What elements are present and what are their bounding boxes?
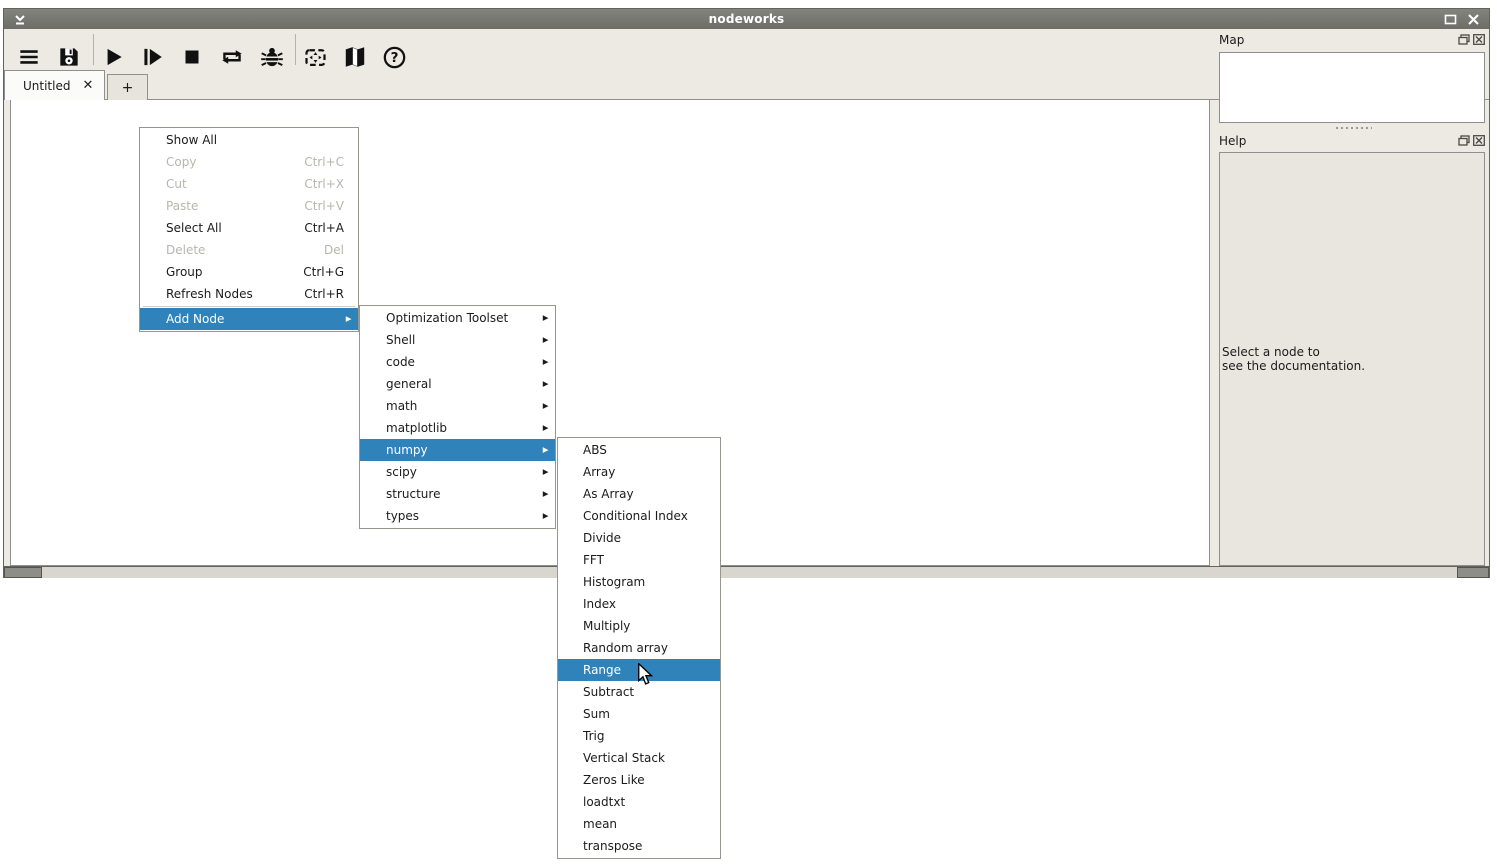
toolbar-separator	[295, 34, 296, 65]
menu-item[interactable]: ABS	[558, 439, 720, 461]
help-close-button[interactable]	[1472, 134, 1485, 146]
dock-splitter-handle[interactable]	[1336, 126, 1372, 129]
loop-button[interactable]	[215, 40, 249, 74]
submenu-arrow-icon: ▶	[346, 315, 352, 322]
stop-button[interactable]	[175, 40, 209, 74]
help-icon: ?	[381, 44, 408, 71]
menu-item[interactable]: mean	[558, 813, 720, 835]
menu-button[interactable]	[12, 40, 46, 74]
submenu-arrow-icon: ▶	[543, 358, 549, 365]
menu-item[interactable]: Copy Ctrl+C ▶	[140, 151, 358, 173]
submenu-arrow-icon: ▶	[543, 314, 549, 321]
save-icon	[56, 44, 82, 70]
menu-item[interactable]: Vertical Stack	[558, 747, 720, 769]
menu-separator	[143, 306, 355, 307]
menu-item[interactable]: Range	[558, 659, 720, 681]
menu-item[interactable]: Histogram	[558, 571, 720, 593]
horizontal-scrollbar[interactable]	[4, 566, 1489, 578]
step-icon	[139, 44, 165, 70]
menu-item[interactable]: loadtxt	[558, 791, 720, 813]
new-tab-button[interactable]: +	[107, 74, 148, 100]
menu-item[interactable]: Paste Ctrl+V ▶	[140, 195, 358, 217]
stop-icon	[179, 44, 205, 70]
submenu-arrow-icon: ▶	[543, 468, 549, 475]
menu-item[interactable]: FFT	[558, 549, 720, 571]
menu-item[interactable]: types ▶	[360, 505, 555, 527]
help-float-button[interactable]	[1457, 134, 1470, 146]
desktop: nodeworks	[0, 0, 1497, 864]
menu-item[interactable]: Conditional Index	[558, 505, 720, 527]
context-menu: Show All ▶ Copy Ctrl+C ▶ Cut Ctrl+X ▶ Pa…	[139, 127, 359, 332]
scrollbar-thumb-right[interactable]	[1457, 567, 1489, 578]
menu-item[interactable]: Trig	[558, 725, 720, 747]
menu-item[interactable]: Refresh Nodes Ctrl+R ▶	[140, 283, 358, 305]
menu-item[interactable]: Sum	[558, 703, 720, 725]
menu-item[interactable]: Optimization Toolset ▶	[360, 307, 555, 329]
menu-item[interactable]: general ▶	[360, 373, 555, 395]
svg-text:?: ?	[390, 50, 398, 66]
scrollbar-thumb-left[interactable]	[4, 567, 42, 578]
save-button[interactable]	[52, 40, 86, 74]
menu-item[interactable]: scipy ▶	[360, 461, 555, 483]
menu-item[interactable]: structure ▶	[360, 483, 555, 505]
window-title: nodeworks	[4, 12, 1489, 26]
map-icon	[342, 44, 368, 70]
menu-item[interactable]: Delete Del ▶	[140, 239, 358, 261]
numpy-submenu: ABS Array As Array Conditional Index Div…	[557, 437, 721, 859]
menu-icon	[16, 44, 42, 70]
submenu-arrow-icon: ▶	[543, 380, 549, 387]
map-panel-title: Map	[1219, 33, 1244, 47]
toolbar-separator	[93, 34, 94, 65]
help-panel-title: Help	[1219, 134, 1246, 148]
menu-item[interactable]: code ▶	[360, 351, 555, 373]
repeat-icon	[219, 44, 245, 70]
menu-item[interactable]: Add Node ▶	[140, 308, 358, 330]
maximize-button[interactable]	[1442, 11, 1458, 27]
menu-item[interactable]: matplotlib ▶	[360, 417, 555, 439]
menu-item[interactable]: math ▶	[360, 395, 555, 417]
run-button[interactable]	[96, 40, 130, 74]
step-button[interactable]	[135, 40, 169, 74]
plus-icon: +	[122, 80, 134, 96]
tab-untitled[interactable]: Untitled ✕	[4, 70, 105, 100]
help-panel-content: Select a node to see the documentation.	[1219, 152, 1485, 566]
debug-bug-icon	[259, 44, 285, 70]
map-float-button[interactable]	[1457, 33, 1470, 45]
submenu-arrow-icon: ▶	[543, 446, 549, 453]
help-button[interactable]: ?	[377, 40, 411, 74]
menu-item[interactable]: Divide	[558, 527, 720, 549]
map-viewport[interactable]	[1219, 52, 1485, 123]
tab-label: Untitled	[23, 79, 70, 93]
help-text: Select a node to see the documentation.	[1220, 345, 1365, 373]
tab-close-icon[interactable]: ✕	[82, 78, 93, 93]
titlebar[interactable]: nodeworks	[4, 9, 1489, 29]
map-close-button[interactable]	[1472, 33, 1485, 45]
map-button[interactable]	[338, 40, 372, 74]
run-icon	[100, 44, 126, 70]
menu-item[interactable]: Zeros Like	[558, 769, 720, 791]
debug-button[interactable]	[255, 40, 289, 74]
menu-item[interactable]: transpose	[558, 835, 720, 857]
fit-view-icon	[302, 44, 329, 71]
menu-item[interactable]: Random array	[558, 637, 720, 659]
add-node-submenu: Optimization Toolset ▶ Shell ▶ code ▶ ge…	[359, 305, 556, 529]
submenu-arrow-icon: ▶	[543, 336, 549, 343]
menu-item[interactable]: Show All ▶	[140, 129, 358, 151]
submenu-arrow-icon: ▶	[543, 490, 549, 497]
menu-item[interactable]: Shell ▶	[360, 329, 555, 351]
menu-item[interactable]: Array	[558, 461, 720, 483]
close-button[interactable]	[1465, 11, 1481, 27]
fit-view-button[interactable]	[298, 40, 332, 74]
menu-item[interactable]: Select All Ctrl+A ▶	[140, 217, 358, 239]
menu-item[interactable]: Subtract	[558, 681, 720, 703]
menu-item[interactable]: numpy ▶	[360, 439, 555, 461]
menu-item[interactable]: Cut Ctrl+X ▶	[140, 173, 358, 195]
menu-item[interactable]: Multiply	[558, 615, 720, 637]
submenu-arrow-icon: ▶	[543, 512, 549, 519]
submenu-arrow-icon: ▶	[543, 402, 549, 409]
menu-item[interactable]: Index	[558, 593, 720, 615]
menu-item[interactable]: Group Ctrl+G ▶	[140, 261, 358, 283]
menu-item[interactable]: As Array	[558, 483, 720, 505]
submenu-arrow-icon: ▶	[543, 424, 549, 431]
